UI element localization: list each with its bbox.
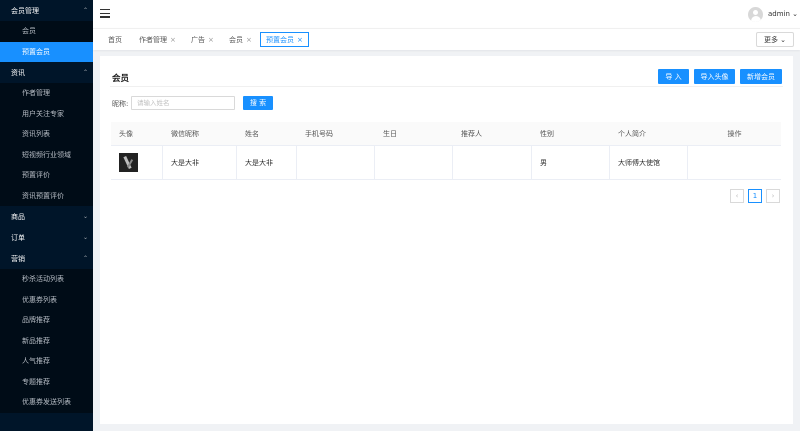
- column-header: 微信昵称: [171, 129, 199, 138]
- tab-label: 广告: [191, 35, 205, 44]
- close-icon[interactable]: ×: [246, 36, 252, 44]
- sidebar-item-preset-member[interactable]: 预置会员: [0, 41, 93, 62]
- sidebar: 会员管理 ⌃ 会员 预置会员 资讯 ⌃ 作者管理 用户关注专家 资讯列表 短视频行业…: [0, 0, 93, 431]
- close-icon[interactable]: ×: [297, 36, 303, 44]
- chevron-down-icon: ⌄: [792, 10, 799, 18]
- sidebar-group-marketing[interactable]: 营销 ⌃: [0, 248, 93, 269]
- import-button[interactable]: 导 入: [658, 69, 689, 84]
- table-row: 大是大非 大是大非 男 大师傅大使馆: [111, 146, 781, 180]
- sidebar-group-label: 订单: [11, 233, 25, 242]
- add-member-button[interactable]: 新增会员: [740, 69, 782, 84]
- sidebar-item-author[interactable]: 作者管理: [0, 83, 93, 104]
- sidebar-item-coupon-send[interactable]: 优惠券发送列表: [0, 392, 93, 413]
- column-header: 个人简介: [618, 129, 646, 138]
- page-title: 会员: [112, 74, 130, 84]
- member-avatar-image: [119, 153, 138, 172]
- user-menu[interactable]: admin ⌄: [768, 10, 798, 18]
- actions-cell: [688, 146, 781, 179]
- sidebar-group-member[interactable]: 会员管理 ⌃: [0, 0, 93, 21]
- top-header: admin ⌄: [93, 0, 800, 28]
- sidebar-item-popular-recommend[interactable]: 人气推荐: [0, 351, 93, 372]
- more-dropdown[interactable]: 更多 ⌄: [756, 32, 794, 47]
- avatar-cell: [111, 146, 163, 179]
- sidebar-group-goods[interactable]: 商品 ⌄: [0, 206, 93, 227]
- sidebar-item-flash-sale[interactable]: 秒杀活动列表: [0, 269, 93, 290]
- sidebar-item-member[interactable]: 会员: [0, 21, 93, 42]
- gender-cell: 男: [532, 146, 610, 179]
- bio-cell: 大师傅大使馆: [610, 146, 688, 179]
- tab-label: 预置会员: [266, 35, 294, 44]
- tab-home[interactable]: 首页: [103, 32, 127, 47]
- tab-member[interactable]: 会员 ×: [224, 32, 257, 47]
- nickname-label: 昵称:: [112, 100, 129, 108]
- nickname-cell: 大是大非: [163, 146, 237, 179]
- tab-label: 作者管理: [139, 35, 167, 44]
- sidebar-group-news[interactable]: 资讯 ⌃: [0, 62, 93, 83]
- tab-author[interactable]: 作者管理 ×: [134, 32, 181, 47]
- sidebar-item-video-industry[interactable]: 短视频行业领域: [0, 144, 93, 165]
- sidebar-item-news-list[interactable]: 资讯列表: [0, 124, 93, 145]
- referrer-cell: [453, 146, 532, 179]
- chevron-up-icon: ⌃: [82, 7, 88, 14]
- column-header: 推荐人: [461, 129, 482, 138]
- name-cell: 大是大非: [237, 146, 297, 179]
- tab-ads[interactable]: 广告 ×: [186, 32, 219, 47]
- sidebar-item-topic-recommend[interactable]: 专题推荐: [0, 371, 93, 392]
- column-header: 性别: [540, 129, 554, 138]
- username: admin: [768, 10, 790, 18]
- sidebar-item-new-recommend[interactable]: 新品推荐: [0, 330, 93, 351]
- sidebar-group-label: 营销: [11, 254, 25, 263]
- nickname-search-input[interactable]: [131, 96, 235, 110]
- close-icon[interactable]: ×: [208, 36, 214, 44]
- close-icon[interactable]: ×: [170, 36, 176, 44]
- column-header: 手机号码: [305, 129, 333, 138]
- sidebar-group-orders[interactable]: 订单 ⌄: [0, 227, 93, 248]
- page-number-button[interactable]: 1: [748, 189, 762, 203]
- tabs-bar: 首页 作者管理 × 广告 × 会员 × 预置会员 × 更多 ⌄: [93, 28, 800, 50]
- sidebar-group-label: 资讯: [11, 68, 25, 77]
- import-avatar-button[interactable]: 导入头像: [694, 69, 735, 84]
- sidebar-group-label: 会员管理: [11, 6, 39, 15]
- column-header: 头像: [119, 129, 133, 138]
- column-header: 操作: [727, 129, 742, 138]
- sidebar-item-followed-experts[interactable]: 用户关注专家: [0, 103, 93, 124]
- avatar[interactable]: [748, 7, 763, 22]
- column-header: 姓名: [245, 129, 259, 138]
- chevron-up-icon: ⌃: [82, 69, 88, 76]
- main-panel: 会员 导 入 导入头像 新增会员 昵称: 搜 索 头像 微信昵称 姓名 手机号码…: [100, 56, 793, 424]
- tab-label: 会员: [229, 35, 243, 44]
- menu-fold-icon[interactable]: [100, 9, 110, 18]
- prev-page-button[interactable]: ‹: [730, 189, 744, 203]
- tab-preset-member[interactable]: 预置会员 ×: [260, 32, 309, 47]
- divider: [110, 86, 783, 87]
- birthday-cell: [375, 146, 453, 179]
- next-page-button[interactable]: ›: [766, 189, 780, 203]
- member-table: 头像 微信昵称 姓名 手机号码 生日 推荐人 性别 个人简介 操作 大是大非 大…: [111, 122, 781, 180]
- tab-label: 首页: [108, 35, 122, 44]
- chevron-down-icon: ⌄: [82, 213, 88, 220]
- chevron-up-icon: ⌃: [82, 255, 88, 262]
- sidebar-group-label: 商品: [11, 212, 25, 221]
- table-header: 头像 微信昵称 姓名 手机号码 生日 推荐人 性别 个人简介 操作: [111, 122, 781, 146]
- search-button[interactable]: 搜 索: [243, 96, 273, 110]
- sidebar-item-brand-recommend[interactable]: 品牌推荐: [0, 310, 93, 331]
- phone-cell: [297, 146, 375, 179]
- column-header: 生日: [383, 129, 397, 138]
- sidebar-item-preset-review[interactable]: 预置评价: [0, 165, 93, 186]
- sidebar-item-news-preset-review[interactable]: 资讯预置评价: [0, 185, 93, 206]
- sidebar-item-coupons[interactable]: 优惠券列表: [0, 289, 93, 310]
- chevron-down-icon: ⌄: [82, 234, 88, 241]
